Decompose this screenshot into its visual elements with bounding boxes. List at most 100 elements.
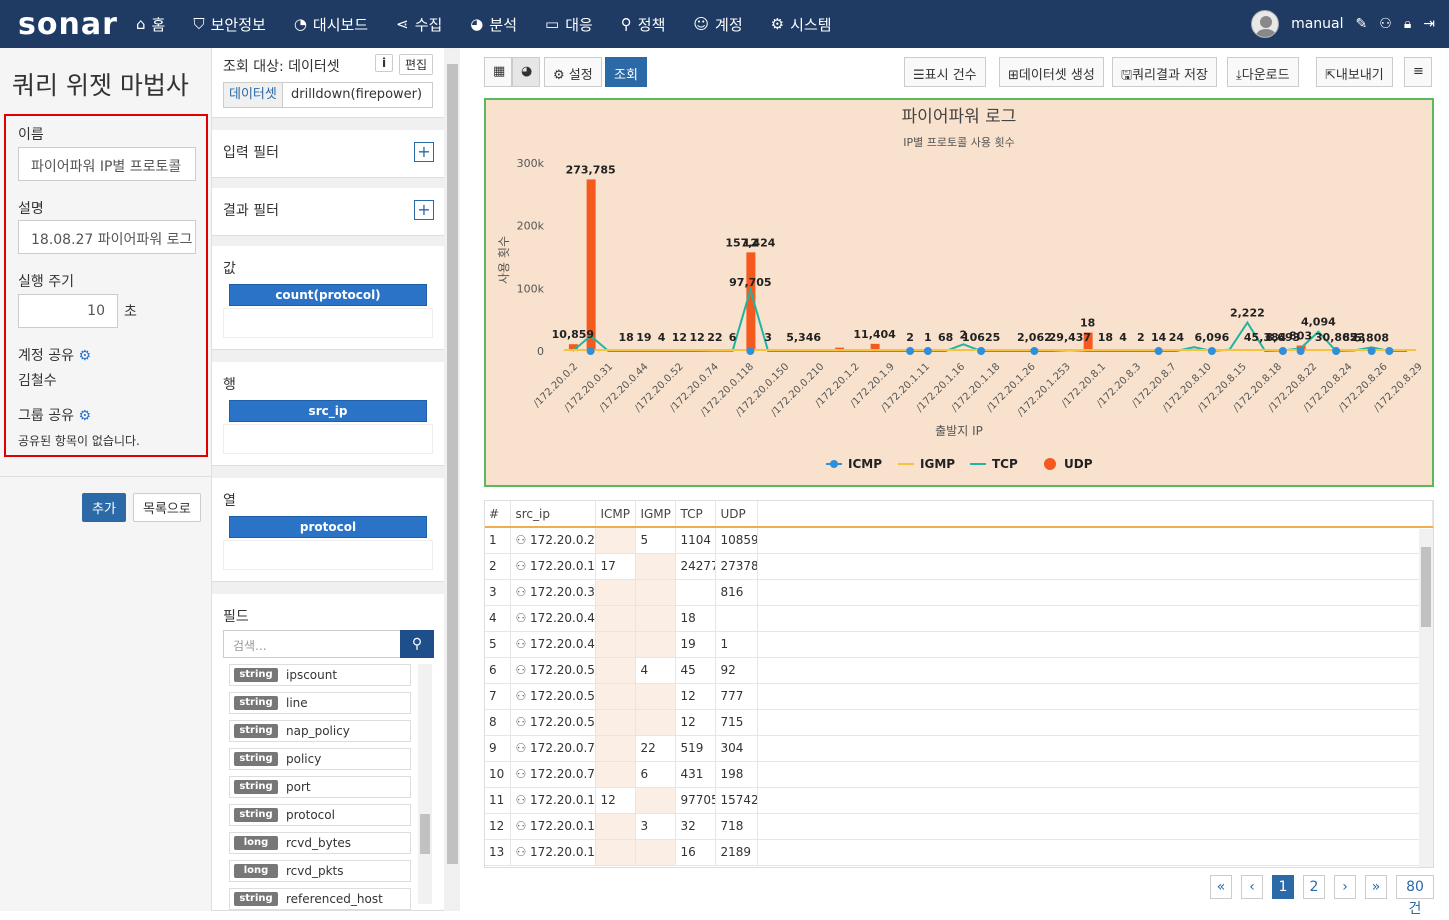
drilldown-icon[interactable]: ⚇ [515,845,530,859]
table-scrollbar[interactable] [1419,529,1433,867]
menu-button[interactable]: ≡ [1404,57,1432,87]
drilldown-icon[interactable]: ⚇ [515,767,530,781]
value-pill[interactable]: count(protocol) [229,284,427,306]
main-menu: ⌂ 홈 ⛉ 보안정보 ◔ 대시보드 ⋖ 수집 ◕ 분석 ▭ 대응 ⚲ 정책 ☺ 계정 ⚙ 시스템 [136,14,860,35]
table-row[interactable]: 2⚇ 172.20.0.1(17 24277273785 [485,553,1433,580]
field-item[interactable]: string referenced_host [229,888,411,910]
export-button[interactable]: ⇱내보내기 [1316,57,1393,87]
page-scrollbar-thumb[interactable] [447,64,458,864]
drilldown-icon[interactable]: ⚇ [515,637,530,651]
column-pill[interactable]: protocol [229,516,427,538]
add-input-filter-button[interactable]: + [414,142,434,162]
table-row[interactable]: 5 ⚇ 172.20.0.4 19 1 [485,631,1433,658]
next-page-button[interactable]: › [1334,875,1356,899]
search-button[interactable]: ⚲ [400,630,434,658]
field-search-input[interactable]: 검색... [223,630,401,658]
column-header[interactable]: IGMP [635,501,677,528]
display-count-button[interactable]: ☰표시 건수 [904,57,986,87]
table-cell-filler [757,657,1433,684]
drilldown-icon[interactable]: ⚇ [515,689,530,703]
nav-item-3[interactable]: ⋖ 수집 [396,14,442,35]
username[interactable]: manual [1291,16,1343,32]
back-to-list-button[interactable]: 목록으로 [133,493,201,522]
nav-item-6[interactable]: ⚲ 정책 [621,14,666,35]
drilldown-icon[interactable]: ⚇ [515,663,530,677]
field-item[interactable]: long rcvd_bytes [229,832,411,854]
gear-icon[interactable]: ⚙ [78,408,91,424]
field-item[interactable]: long rcvd_pkts [229,860,411,882]
description-input[interactable]: 18.08.27 파이어파워 로그 [18,220,196,254]
add-result-filter-button[interactable]: + [414,200,434,220]
name-input[interactable]: 파이어파워 IP별 프로토콜 [18,147,196,181]
table-row[interactable]: 9 ⚇ 172.20.0.74 22 519 304 [485,735,1433,762]
download-button[interactable]: ⤓다운로드 [1227,57,1299,87]
column-dropzone[interactable] [223,540,433,570]
table-row[interactable]: 3 ⚇ 172.20.0.3 816 [485,579,1433,606]
drilldown-icon[interactable]: ⚇ [515,559,530,573]
save-result-button[interactable]: 🖫︎쿼리결과 저장 [1112,57,1217,87]
table-row[interactable]: 11⚇ 172.20.0.112 97705157424 [485,787,1433,814]
table-row[interactable]: 1 ⚇ 172.20.0.2 5 1104 10859 [485,527,1433,554]
field-list-scrollbar[interactable] [418,664,432,904]
ruler-icon[interactable]: ✎ [1356,16,1368,32]
user-icon[interactable]: ⚇ [1379,16,1392,32]
column-header[interactable]: UDP [715,501,759,528]
nav-item-2[interactable]: ◔ 대시보드 [294,14,368,35]
nav-item-5[interactable]: ▭ 대응 [545,14,593,35]
drilldown-icon[interactable]: ⚇ [515,611,530,625]
period-input[interactable]: 10 [18,294,118,328]
settings-button[interactable]: ⚙ 설정 [544,57,602,87]
column-header[interactable]: ICMP [595,501,637,528]
page-2-button[interactable]: 2 [1303,875,1325,899]
table-cell: 1 [485,527,512,554]
table-row[interactable]: 10 ⚇ 172.20.0.75 6 431 198 [485,761,1433,788]
table-row[interactable]: 13 ⚇ 172.20.0.1 16 2189 [485,839,1433,866]
first-page-button[interactable]: « [1210,875,1232,899]
last-page-button[interactable]: » [1365,875,1387,899]
nav-item-8[interactable]: ⚙ 시스템 [771,14,832,35]
drilldown-icon[interactable]: ⚇ [515,585,530,599]
nav-item-0[interactable]: ⌂ 홈 [136,14,165,35]
column-header[interactable]: TCP [675,501,717,528]
field-item[interactable]: string nap_policy [229,720,411,742]
lock-icon[interactable]: 🔒︎ [1404,16,1411,32]
table-row[interactable]: 7 ⚇ 172.20.0.52 12 777 [485,683,1433,710]
row-dropzone[interactable] [223,424,433,454]
page-1-button[interactable]: 1 [1272,875,1294,899]
field-item[interactable]: string protocol [229,804,411,826]
column-header[interactable]: src_ip [510,501,597,528]
gear-icon[interactable]: ⚙ [78,348,91,364]
nav-item-4[interactable]: ◕ 분석 [470,14,517,35]
create-dataset-button[interactable]: ⊞데이터셋 생성 [999,57,1104,87]
value-dropzone[interactable] [223,308,433,338]
y-tick-label: 300k [517,157,545,170]
description-label: 설명 [18,201,44,217]
logout-icon[interactable]: ⇥ [1423,16,1435,32]
drilldown-icon[interactable]: ⚇ [515,715,530,729]
drilldown-icon[interactable]: ⚇ [515,793,530,807]
field-item[interactable]: string line [229,692,411,714]
table-row[interactable]: 6 ⚇ 172.20.0.5 4 45 92 [485,657,1433,684]
drilldown-icon[interactable]: ⚇ [515,741,530,755]
field-item[interactable]: string policy [229,748,411,770]
chart-view-button[interactable]: ◕ [512,57,540,87]
sonar-logo[interactable]: sonar [18,7,136,42]
prev-page-button[interactable]: ‹ [1241,875,1263,899]
field-item[interactable]: string port [229,776,411,798]
nav-item-7[interactable]: ☺ 계정 [693,14,742,35]
grid-view-button[interactable]: ▦ [484,57,512,87]
info-button[interactable]: i [375,54,394,72]
field-item[interactable]: string ipscount [229,664,411,686]
edit-button[interactable]: 편집 [399,54,434,75]
drilldown-icon[interactable]: ⚇ [515,533,530,547]
query-button[interactable]: 조회 [605,57,647,87]
add-button[interactable]: 추가 [82,493,126,522]
drilldown-icon[interactable]: ⚇ [515,819,530,833]
table-row[interactable]: 8 ⚇ 172.20.0.5 12 715 [485,709,1433,736]
table-row[interactable]: 4 ⚇ 172.20.0.42 18 [485,605,1433,632]
row-pill[interactable]: src_ip [229,400,427,422]
column-header[interactable]: # [485,501,512,528]
table-row[interactable]: 12 ⚇ 172.20.0.1 3 32 718 [485,813,1433,840]
avatar[interactable] [1251,10,1280,38]
nav-item-1[interactable]: ⛉ 보안정보 [193,14,265,35]
